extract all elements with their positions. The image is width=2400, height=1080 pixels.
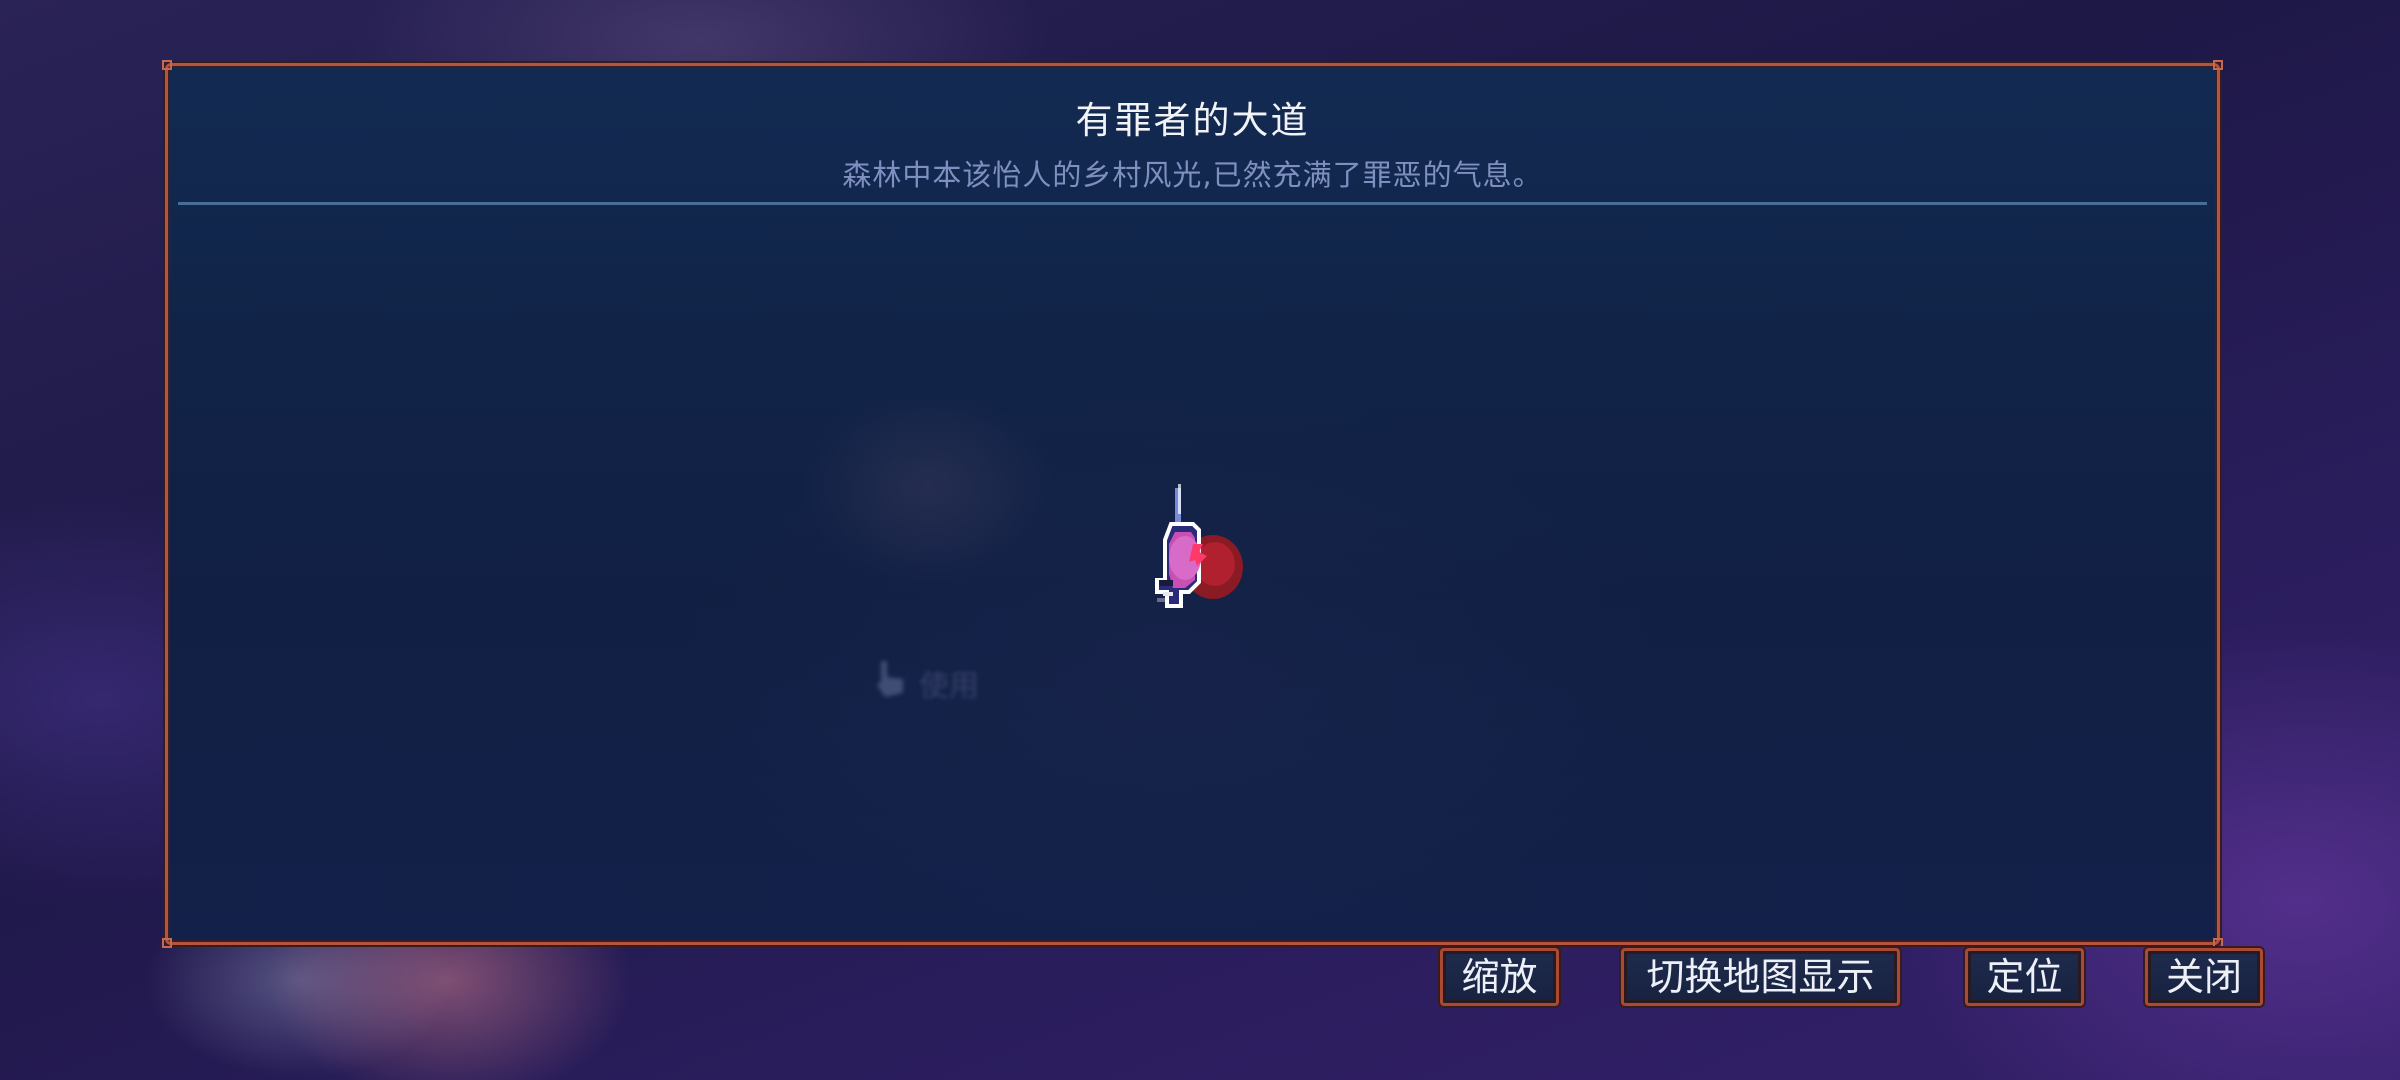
background-hint: 使用 — [873, 659, 979, 707]
player-marker-icon — [1123, 484, 1263, 644]
map-header: 有罪者的大道 森林中本该怡人的乡村风光,已然充满了罪恶的气息。 — [178, 66, 2207, 205]
hand-pointer-icon — [873, 659, 909, 707]
map-title: 有罪者的大道 — [1075, 99, 1310, 142]
toggle-map-display-button[interactable]: 切换地图显示 — [1621, 948, 1900, 1006]
locate-button[interactable]: 定位 — [1965, 948, 2084, 1006]
panel-corner — [2213, 60, 2223, 70]
panel-corner — [162, 60, 172, 70]
map-panel[interactable]: 有罪者的大道 森林中本该怡人的乡村风光,已然充满了罪恶的气息。 使用 — [162, 60, 2223, 948]
background-hint-label: 使用 — [919, 669, 979, 704]
panel-corner — [2213, 938, 2223, 948]
panel-corner — [162, 938, 172, 948]
close-button[interactable]: 关闭 — [2145, 948, 2263, 1006]
map-subtitle: 森林中本该怡人的乡村风光,已然充满了罪恶的气息。 — [842, 158, 1543, 192]
zoom-button[interactable]: 缩放 — [1440, 948, 1559, 1006]
